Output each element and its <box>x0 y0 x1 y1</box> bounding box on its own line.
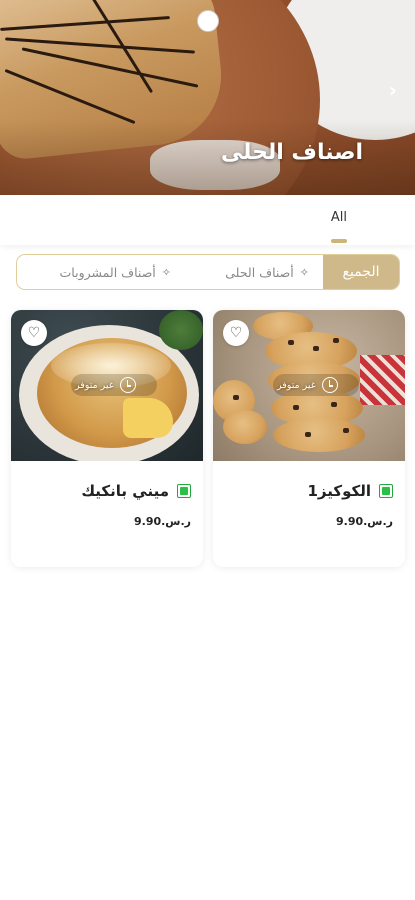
favorite-heart-icon[interactable]: ♡ <box>223 320 249 346</box>
product-name: ميني بانكيك <box>81 482 169 500</box>
product-name-row: ميني بانكيك <box>81 482 191 500</box>
chocolate-chip <box>333 338 339 343</box>
chocolate-chip <box>343 428 349 433</box>
category-tabs: All <box>0 195 415 245</box>
hero-indicator-dot[interactable] <box>197 10 219 32</box>
chocolate-chip <box>288 340 294 345</box>
product-price: ر.س.9.90 <box>335 515 393 528</box>
cookie-shape <box>223 410 267 444</box>
tab-active-indicator <box>331 239 347 243</box>
sparkle-icon: ✧ <box>299 265 309 279</box>
product-image: غير متوفر ♡ <box>213 310 405 461</box>
product-price: ر.س.9.90 <box>133 515 191 528</box>
veg-badge-icon <box>177 484 191 498</box>
filter-drinks[interactable]: ✧ أصناف المشروبات <box>60 255 171 289</box>
clock-icon <box>321 377 338 393</box>
filter-bar: الجميع ✧ أصناف الحلى ✧ أصناف المشروبات <box>16 254 400 290</box>
hero-banner[interactable]: › اصناف الحلى <box>0 0 415 195</box>
chocolate-chip <box>293 405 299 410</box>
unavailable-status: غير متوفر <box>277 374 338 396</box>
product-card[interactable]: غير متوفر ♡ ميني بانكيك ر.س.9.90 <box>11 310 203 567</box>
product-name: الكوكيز1 <box>307 482 371 500</box>
unavailable-text: غير متوفر <box>277 379 316 391</box>
product-name-row: الكوكيز1 <box>307 482 393 500</box>
filter-all-button[interactable]: الجميع <box>323 255 399 289</box>
filter-sweets-label: أصناف الحلى <box>225 264 294 280</box>
clock-icon <box>119 377 136 393</box>
chocolate-chip <box>313 346 319 351</box>
sparkle-icon: ✧ <box>161 265 171 279</box>
chocolate-chip <box>233 395 239 400</box>
favorite-heart-icon[interactable]: ♡ <box>21 320 47 346</box>
cookie-shape <box>273 418 365 452</box>
product-image: غير متوفر ♡ <box>11 310 203 461</box>
checkered-cloth <box>360 355 405 405</box>
veg-badge-icon <box>379 484 393 498</box>
chocolate-chip <box>331 402 337 407</box>
unavailable-text: غير متوفر <box>75 379 114 391</box>
tab-all[interactable]: All <box>331 210 347 225</box>
cake-slice <box>123 398 173 438</box>
hero-title: اصناف الحلى <box>220 140 363 165</box>
product-card[interactable]: غير متوفر ♡ الكوكيز1 ر.س.9.90 <box>213 310 405 567</box>
chocolate-chip <box>305 432 311 437</box>
filter-drinks-label: أصناف المشروبات <box>59 264 156 280</box>
filter-sweets[interactable]: ✧ أصناف الحلى <box>225 255 309 289</box>
chevron-right-icon[interactable]: › <box>389 78 397 102</box>
garnish-leaf <box>159 310 203 350</box>
unavailable-status: غير متوفر <box>75 374 136 396</box>
